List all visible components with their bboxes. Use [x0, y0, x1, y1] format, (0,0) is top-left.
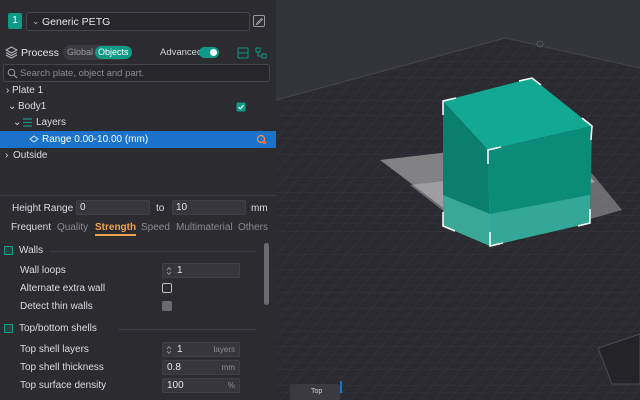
object-search: [3, 64, 270, 82]
filament-name: Generic PETG: [42, 16, 111, 28]
tree-item-label: Layers: [36, 117, 67, 128]
scope-switch[interactable]: Global Objects: [63, 45, 132, 60]
input-value: 0.8: [167, 362, 181, 373]
chevron-down-icon: ⌄: [32, 16, 40, 26]
input-value: 100: [167, 380, 184, 391]
divider: [0, 195, 276, 196]
option-label: Alternate extra wall: [20, 283, 106, 294]
edit-icon[interactable]: [252, 14, 266, 28]
scope-global-option[interactable]: Global: [67, 47, 93, 57]
view-top-button[interactable]: Top: [290, 384, 340, 400]
option-label: Top shell thickness: [20, 362, 104, 373]
alternate-extra-wall-checkbox[interactable]: [162, 283, 172, 293]
option-label: Detect thin walls: [20, 301, 93, 312]
chevron-right-icon: ›: [5, 150, 9, 161]
section-divider: [50, 251, 256, 252]
option-label: Top surface density: [20, 380, 107, 391]
wall-loops-input[interactable]: 1: [162, 263, 240, 278]
tab-quality[interactable]: Quality: [57, 222, 88, 233]
settings-scrollbar[interactable]: [264, 243, 269, 305]
option-wall-loops: Wall loops 1: [0, 262, 262, 279]
tab-speed[interactable]: Speed: [141, 222, 170, 233]
height-range-to-input[interactable]: 10: [172, 200, 246, 215]
advanced-toggle[interactable]: [199, 47, 219, 58]
top-shell-layers-input[interactable]: 1 layers: [162, 342, 240, 357]
process-header: Process Global Objects Advanced: [0, 43, 276, 63]
option-top-shell-thickness: Top shell thickness 0.8 mm: [0, 359, 262, 376]
shells-section-icon: [4, 324, 13, 333]
layers-icon: [23, 118, 32, 127]
input-unit: %: [227, 381, 235, 390]
build-plate-scene: [276, 0, 640, 400]
section-walls: Walls: [0, 243, 262, 259]
height-range-row: Height Range 0 to 10 mm: [0, 199, 276, 217]
tab-others[interactable]: Others: [238, 222, 268, 233]
advanced-label: Advanced: [160, 47, 203, 58]
process-label: Process: [21, 47, 59, 59]
input-unit: layers: [213, 345, 235, 354]
tab-multimaterial[interactable]: Multimaterial: [176, 222, 233, 233]
range-icon: [29, 135, 39, 143]
settings-tree-icon[interactable]: [255, 47, 267, 59]
input-value: 1: [177, 265, 183, 276]
height-range-unit: mm: [251, 203, 268, 214]
layers-stack-icon: [5, 46, 18, 59]
option-top-surface-density: Top surface density 100 %: [0, 377, 262, 394]
option-label: Top shell layers: [20, 344, 89, 355]
height-range-label: Height Range: [12, 203, 74, 214]
chevron-down-icon: ⌄: [13, 117, 22, 128]
tree-item-label: Plate 1: [12, 85, 44, 96]
filament-row: 1 ⌄ Generic PETG: [0, 10, 276, 34]
left-panel: 1 ⌄ Generic PETG Process Global Objects …: [0, 0, 276, 400]
filament-index-badge[interactable]: 1: [8, 13, 22, 29]
section-divider: [118, 329, 256, 330]
stepper-icon[interactable]: [166, 345, 172, 355]
section-title: Top/bottom shells: [19, 323, 97, 334]
height-range-to-label: to: [156, 203, 165, 214]
input-value: 1: [177, 344, 183, 355]
tree-item-label: Range 0.00-10.00 (mm): [42, 134, 149, 145]
option-label: Wall loops: [20, 265, 66, 276]
chevron-down-icon: ⌄: [8, 101, 17, 112]
tree-item-label: Outside: [13, 150, 48, 161]
filament-select[interactable]: ⌄ Generic PETG: [26, 12, 250, 31]
view-top-label: Top: [311, 388, 323, 395]
detect-thin-walls-checkbox[interactable]: [162, 301, 172, 311]
stepper-icon[interactable]: [166, 266, 172, 276]
top-surface-density-input[interactable]: 100 %: [162, 378, 240, 393]
view-indicator: [340, 381, 342, 393]
settings-tabs: Frequent Quality Strength Speed Multimat…: [0, 220, 276, 236]
section-title: Walls: [19, 245, 44, 256]
top-shell-thickness-input[interactable]: 0.8 mm: [162, 360, 240, 375]
search-icon: [7, 68, 18, 79]
height-range-from-input[interactable]: 0: [76, 200, 150, 215]
option-top-shell-layers: Top shell layers 1 layers: [0, 341, 262, 358]
section-top-bottom-shells: Top/bottom shells: [0, 321, 262, 337]
scope-objects-option[interactable]: Objects: [95, 46, 132, 59]
compare-icon[interactable]: [237, 47, 249, 59]
option-detect-thin-walls: Detect thin walls: [0, 298, 262, 315]
tree-item-outside[interactable]: › Outside: [0, 148, 276, 164]
tab-strength[interactable]: Strength: [95, 222, 137, 236]
range-settings-icon[interactable]: [256, 134, 267, 145]
tree-item-body[interactable]: ⌄ Body1: [0, 99, 276, 115]
option-alternate-extra-wall: Alternate extra wall: [0, 280, 262, 297]
tab-frequent[interactable]: Frequent: [11, 222, 51, 233]
chevron-down-icon: ›: [6, 85, 10, 96]
tree-item-range[interactable]: Range 0.00-10.00 (mm): [0, 131, 276, 148]
tree-item-layers[interactable]: ⌄ Layers: [0, 115, 276, 131]
search-input[interactable]: [20, 66, 265, 80]
tree-item-label: Body1: [18, 101, 47, 112]
input-unit: mm: [221, 363, 235, 372]
visible-check-icon[interactable]: [236, 102, 246, 112]
walls-section-icon: [4, 246, 13, 255]
tree-item-plate[interactable]: › Plate 1: [0, 83, 276, 99]
3d-viewport[interactable]: Top: [276, 0, 640, 400]
